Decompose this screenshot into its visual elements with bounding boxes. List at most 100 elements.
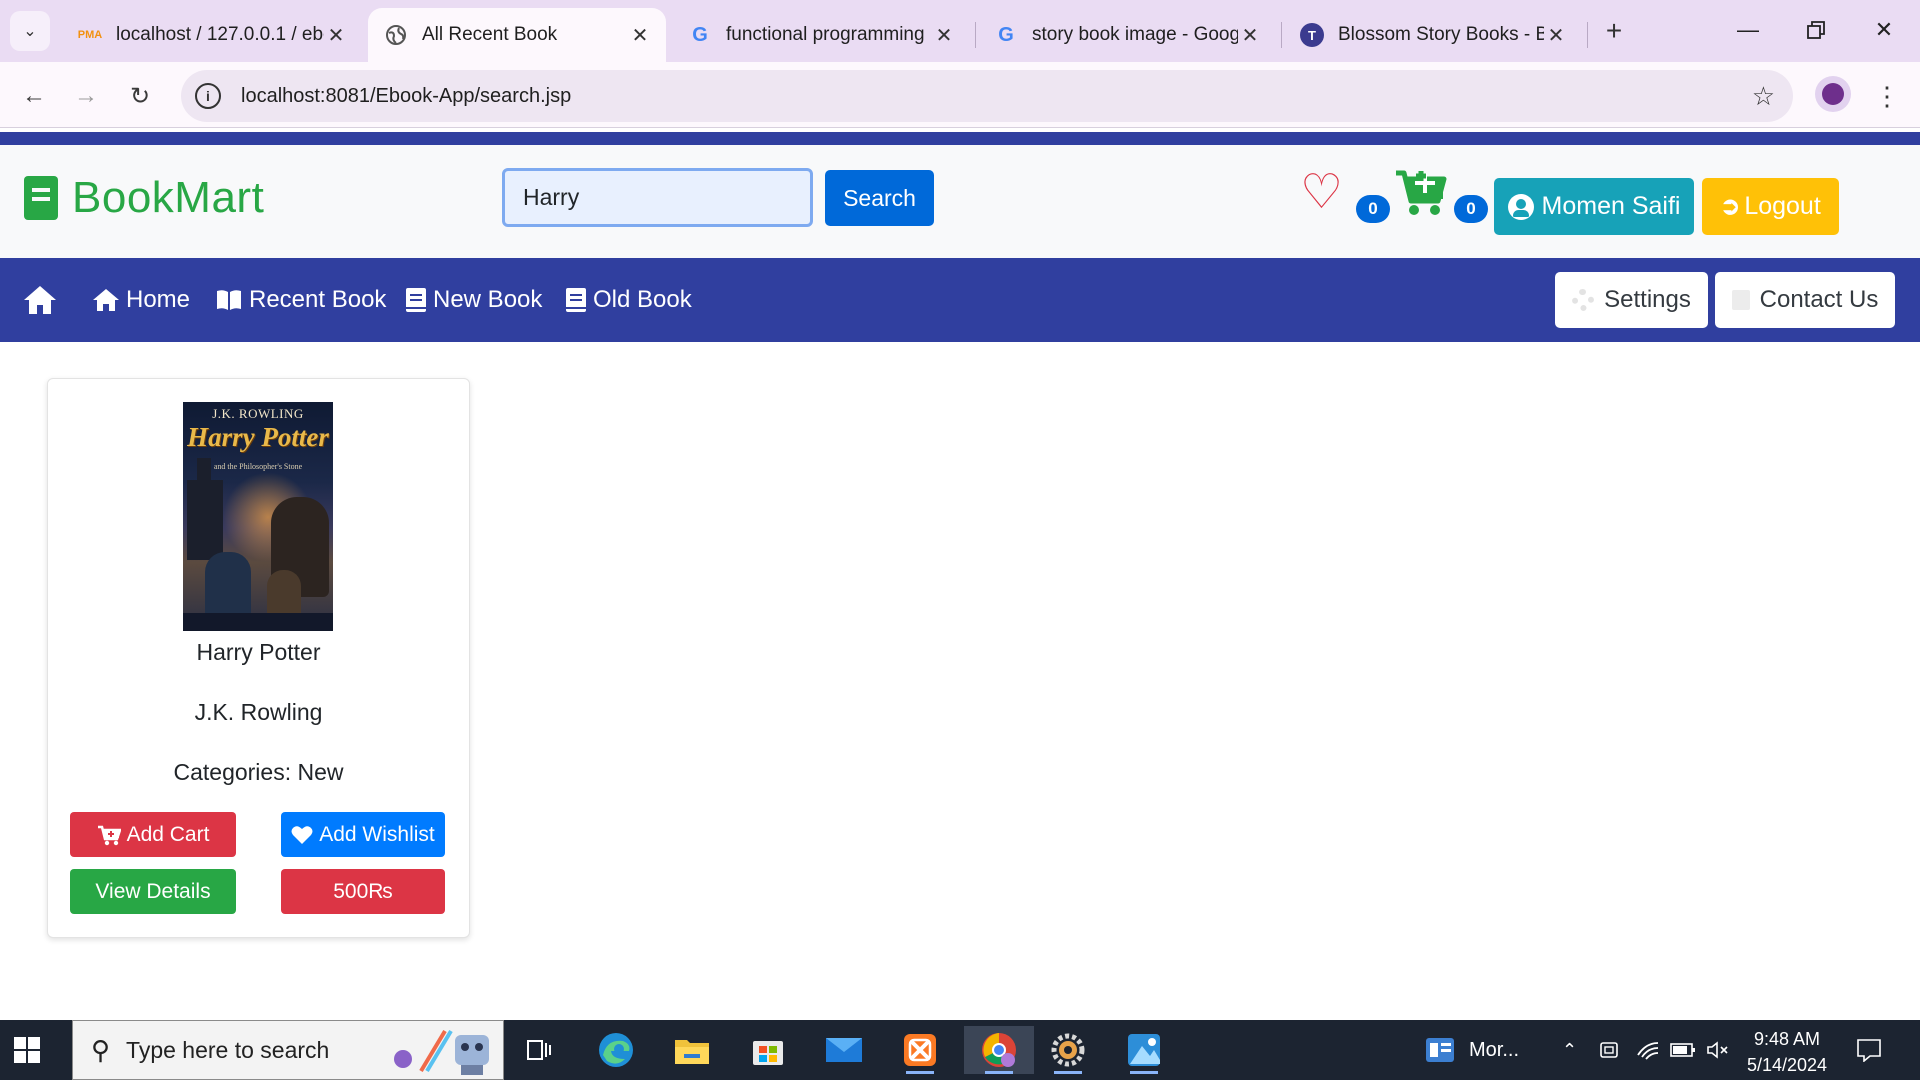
book-icon bbox=[24, 176, 58, 220]
restore-icon bbox=[1807, 21, 1825, 39]
close-icon[interactable]: ✕ bbox=[1238, 23, 1262, 48]
close-icon[interactable]: ✕ bbox=[932, 23, 956, 48]
battery-icon bbox=[1670, 1043, 1695, 1057]
wishlist-heart-icon[interactable]: ♡ bbox=[1300, 169, 1343, 217]
close-icon[interactable]: ✕ bbox=[628, 23, 652, 48]
minimize-button[interactable]: — bbox=[1715, 0, 1781, 60]
book-category: Categories: New bbox=[173, 759, 344, 785]
close-icon: ✕ bbox=[1874, 17, 1894, 42]
show-hidden-icons-button[interactable]: ⌃ bbox=[1562, 1020, 1577, 1080]
taskbar-settings-app[interactable] bbox=[1040, 1026, 1096, 1074]
taskbar-search-box[interactable]: ⚲ Type here to search bbox=[72, 1020, 504, 1080]
tab-title: story book image - Goog bbox=[1032, 24, 1238, 45]
search-input[interactable] bbox=[502, 168, 813, 227]
close-window-button[interactable]: ✕ bbox=[1851, 0, 1917, 60]
reload-button[interactable]: ↻ bbox=[120, 76, 160, 116]
address-bar[interactable]: i localhost:8081/Ebook-App/search.jsp ☆ bbox=[181, 70, 1793, 122]
price-button[interactable]: 500₨ bbox=[281, 869, 445, 914]
nav-item-home[interactable]: Home bbox=[92, 258, 190, 342]
nav-item-new-book[interactable]: New Book bbox=[405, 258, 542, 342]
book-card: J.K. ROWLING Harry Potter and the Philos… bbox=[47, 378, 470, 938]
user-circle-icon bbox=[1507, 193, 1534, 220]
taskbar-mail[interactable] bbox=[816, 1026, 872, 1074]
add-wishlist-button[interactable]: Add Wishlist bbox=[281, 812, 445, 857]
browser-toolbar: ← → ↻ i localhost:8081/Ebook-App/search.… bbox=[0, 62, 1920, 128]
forward-button[interactable]: → bbox=[66, 76, 106, 116]
heart-icon bbox=[291, 825, 313, 844]
news-widget[interactable]: Mor... bbox=[1425, 1020, 1519, 1080]
tab-all-recent-book[interactable]: All Recent Book ✕ bbox=[368, 8, 666, 62]
brand-name: BookMart bbox=[72, 173, 265, 222]
tab-blossom-story-books[interactable]: T Blossom Story Books - B ✕ bbox=[1284, 8, 1582, 62]
url-text[interactable]: localhost:8081/Ebook-App/search.jsp bbox=[241, 85, 571, 108]
tab-search-button[interactable]: ⌄ bbox=[10, 11, 50, 51]
tab-phpmyadmin[interactable]: PMA localhost / 127.0.0.1 / ebo ✕ bbox=[62, 8, 362, 62]
nav-home-icon-link[interactable] bbox=[22, 258, 64, 342]
photos-icon bbox=[1128, 1034, 1160, 1066]
nav-label: New Book bbox=[433, 286, 543, 313]
taskbar-file-explorer[interactable] bbox=[664, 1026, 720, 1074]
meet-now-button[interactable] bbox=[1598, 1020, 1620, 1080]
back-button[interactable]: ← bbox=[14, 76, 54, 116]
taskbar-xampp[interactable] bbox=[892, 1026, 948, 1074]
google-icon: G bbox=[692, 23, 708, 46]
arrow-left-icon: ← bbox=[22, 82, 46, 109]
bookmark-star-icon[interactable]: ☆ bbox=[1752, 81, 1775, 112]
new-tab-button[interactable]: + bbox=[1597, 14, 1631, 48]
task-view-button[interactable] bbox=[512, 1026, 568, 1074]
taskbar-edge[interactable] bbox=[588, 1026, 644, 1074]
clock-time: 9:48 AM bbox=[1753, 1029, 1821, 1049]
add-cart-button[interactable]: Add Cart bbox=[70, 812, 236, 857]
settings-button[interactable]: Settings bbox=[1555, 272, 1708, 328]
taskbar-photos[interactable] bbox=[1116, 1026, 1172, 1074]
system-clock[interactable]: 9:48 AM 5/14/2024 bbox=[1740, 1026, 1834, 1078]
profile-icon bbox=[1822, 83, 1844, 105]
brand-logo[interactable]: BookMart bbox=[24, 173, 264, 223]
network-button[interactable] bbox=[1636, 1020, 1660, 1080]
contact-us-button[interactable]: Contact Us bbox=[1715, 272, 1895, 328]
tab-separator bbox=[1587, 22, 1588, 48]
cover-subtitle: and the Philosopher's Stone bbox=[213, 462, 303, 471]
volume-muted-icon bbox=[1707, 1041, 1728, 1059]
blossom-icon: T bbox=[1300, 23, 1324, 47]
nav-label: Old Book bbox=[593, 286, 692, 313]
user-profile-button[interactable]: Momen Saifi bbox=[1494, 178, 1694, 235]
edit-icon bbox=[1731, 290, 1750, 310]
close-icon[interactable]: ✕ bbox=[1544, 23, 1568, 48]
running-indicator bbox=[906, 1071, 934, 1074]
view-details-button[interactable]: View Details bbox=[70, 869, 236, 914]
volume-button[interactable] bbox=[1706, 1020, 1730, 1080]
home-icon bbox=[93, 289, 119, 311]
book-cover-image[interactable]: J.K. ROWLING Harry Potter and the Philos… bbox=[183, 402, 333, 631]
browser-menu-button[interactable]: ⋮ bbox=[1872, 76, 1902, 116]
plus-icon: + bbox=[1605, 15, 1623, 46]
windows-taskbar: ⚲ Type here to search Mor... ⌃ 9:48 AM 5… bbox=[0, 1020, 1920, 1080]
cover-castle bbox=[187, 458, 223, 560]
browser-tabstrip: ⌄ PMA localhost / 127.0.0.1 / ebo ✕ All … bbox=[0, 0, 1920, 62]
taskbar-chrome[interactable] bbox=[964, 1026, 1034, 1074]
xampp-icon bbox=[904, 1034, 936, 1066]
nav-item-recent-book[interactable]: Recent Book bbox=[215, 258, 386, 342]
cover-figure bbox=[205, 552, 251, 622]
close-icon[interactable]: ✕ bbox=[324, 23, 348, 48]
taskbar-store[interactable] bbox=[740, 1026, 796, 1074]
cart-plus-icon[interactable] bbox=[1394, 167, 1448, 217]
nav-item-old-book[interactable]: Old Book bbox=[565, 258, 692, 342]
info-icon[interactable]: i bbox=[195, 83, 221, 109]
mail-icon bbox=[826, 1038, 862, 1062]
windows-start-button[interactable] bbox=[14, 1037, 40, 1063]
tab-functional-programming[interactable]: G functional programming ✕ bbox=[672, 8, 970, 62]
profile-avatar[interactable] bbox=[1815, 76, 1851, 112]
restore-button[interactable] bbox=[1783, 0, 1849, 60]
tab-title: All Recent Book bbox=[422, 24, 558, 45]
taskbar-search-placeholder: Type here to search bbox=[126, 1036, 330, 1063]
tab-story-book-image[interactable]: G story book image - Goog ✕ bbox=[978, 8, 1276, 62]
chrome-icon bbox=[982, 1033, 1016, 1067]
logout-button[interactable]: ➲ Logout bbox=[1702, 178, 1839, 235]
logout-icon: ➲ bbox=[1720, 193, 1741, 220]
user-name: Momen Saifi bbox=[1541, 192, 1681, 220]
search-button[interactable]: Search bbox=[825, 170, 934, 226]
battery-button[interactable] bbox=[1670, 1020, 1696, 1080]
notifications-button[interactable] bbox=[1856, 1020, 1882, 1080]
nav-label: Recent Book bbox=[249, 286, 387, 313]
